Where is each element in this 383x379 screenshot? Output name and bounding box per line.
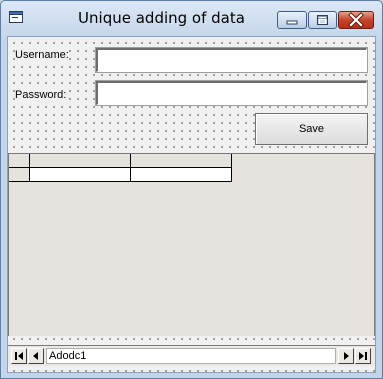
adodc-caption: Adodc1 [46, 348, 336, 364]
app-window: Unique adding of data Username: Password… [0, 0, 383, 379]
close-icon [348, 12, 364, 28]
minimize-button[interactable] [277, 11, 307, 29]
password-field[interactable] [95, 80, 368, 106]
first-record-icon [15, 352, 23, 360]
prev-record-button[interactable] [28, 348, 44, 364]
title-bar[interactable]: Unique adding of data [1, 1, 382, 35]
username-field[interactable] [95, 47, 368, 73]
grid-cell[interactable] [131, 168, 232, 182]
save-button[interactable]: Save [255, 113, 368, 145]
grid-cell[interactable] [30, 168, 131, 182]
close-button[interactable] [338, 11, 374, 29]
window-title: Unique adding of data [78, 9, 245, 27]
username-label: Username: [15, 49, 69, 61]
password-label: Password: [15, 89, 67, 101]
last-record-icon [359, 352, 367, 360]
grid-column-header[interactable] [30, 154, 131, 168]
adodc-control: Adodc1 [8, 345, 375, 366]
data-grid[interactable] [8, 153, 375, 336]
next-record-button[interactable] [338, 348, 354, 364]
prev-record-icon [33, 352, 38, 360]
next-record-icon [344, 352, 349, 360]
form-client-area: Username: Password: Save Adodc1 [7, 36, 376, 373]
row-selector[interactable] [9, 168, 30, 182]
maximize-icon [317, 15, 328, 25]
maximize-button[interactable] [308, 11, 337, 29]
last-record-button[interactable] [355, 348, 371, 364]
minimize-icon [286, 20, 298, 25]
grid-column-header[interactable] [131, 154, 232, 168]
grid-corner-cell [9, 154, 30, 168]
first-record-button[interactable] [11, 348, 27, 364]
